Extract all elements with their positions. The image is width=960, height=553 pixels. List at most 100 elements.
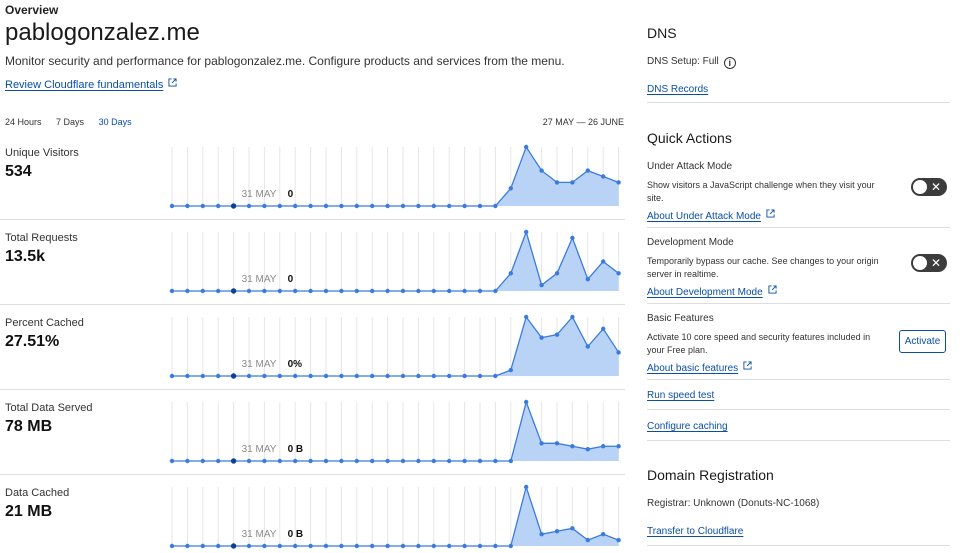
under-attack-toggle[interactable]: ✕ — [911, 178, 947, 196]
data-point — [354, 543, 359, 549]
data-point — [200, 203, 205, 209]
data-point — [323, 543, 329, 549]
metric-percent-cached: Percent Cached 27.51% 31 MAY 0% — [0, 305, 625, 390]
dev-mode-link-label: About Development Mode — [647, 287, 763, 298]
data-point — [508, 458, 513, 464]
data-point — [308, 203, 313, 209]
percent-cached-chart[interactable]: 31 MAY 0% — [165, 305, 625, 390]
data-point — [554, 180, 560, 185]
under-attack-link[interactable]: About Under Attack Mode — [647, 209, 775, 222]
speed-test-link[interactable]: Run speed test — [647, 390, 714, 401]
data-point — [477, 543, 483, 549]
data-point — [447, 458, 452, 464]
quick-actions-title: Quick Actions — [647, 130, 732, 146]
data-point — [354, 373, 359, 379]
data-point — [400, 543, 406, 549]
data-point — [585, 168, 590, 173]
data-cached-chart[interactable]: 31 MAY 0 B — [165, 475, 625, 553]
data-point — [616, 444, 621, 449]
divider — [647, 303, 950, 304]
transfer-link[interactable]: Transfer to Cloudflare — [647, 526, 743, 537]
hover-date-label: 31 MAY — [242, 444, 277, 455]
data-point — [570, 235, 575, 241]
data-point — [570, 314, 575, 320]
hover-value-label: 0 B — [288, 529, 304, 540]
dns-records-link[interactable]: DNS Records — [647, 84, 708, 95]
data-point — [508, 186, 513, 191]
time-range-selector: 24 Hours 7 Days 30 Days — [5, 117, 144, 127]
data-point — [339, 288, 344, 294]
metric-total-requests: Total Requests 13.5k 31 MAY 0 — [0, 220, 625, 305]
close-icon: ✕ — [930, 180, 941, 194]
analytics-panel: Overview pablogonzalez.me Monitor securi… — [0, 0, 628, 553]
data-point — [447, 203, 452, 209]
data-point — [216, 543, 221, 549]
under-attack-description: Show visitors a JavaScript challenge whe… — [647, 180, 875, 203]
data-point — [277, 373, 282, 379]
data-point — [293, 543, 298, 549]
data-point — [524, 314, 529, 320]
divider — [647, 409, 950, 410]
data-point — [293, 458, 298, 464]
under-attack-link-label: About Under Attack Mode — [647, 211, 761, 222]
data-point — [216, 288, 221, 294]
hover-date-label: 31 MAY — [242, 529, 277, 540]
range-7-days[interactable]: 7 Days — [56, 117, 84, 127]
sidebar-panel: DNS DNS Setup: Full i DNS Records Quick A… — [647, 0, 952, 553]
total-data-served-chart[interactable]: 31 MAY 0 B — [165, 390, 625, 475]
toggle-knob — [913, 256, 927, 270]
data-point — [554, 529, 560, 534]
total-requests-chart[interactable]: 31 MAY 0 — [165, 220, 625, 305]
data-point — [554, 441, 560, 446]
highlight-point — [230, 288, 237, 294]
data-point — [431, 543, 436, 549]
metric-unique-visitors: Unique Visitors 534 31 MAY 0 — [0, 135, 625, 220]
data-point — [601, 174, 606, 179]
data-point — [539, 441, 544, 446]
data-point — [262, 458, 267, 464]
data-point — [277, 203, 282, 209]
data-point — [323, 288, 329, 294]
data-point — [323, 203, 329, 209]
data-point — [339, 543, 344, 549]
data-point — [493, 458, 498, 464]
data-point — [385, 458, 390, 464]
hover-value-label: 0% — [288, 359, 303, 370]
data-point — [539, 532, 544, 537]
range-30-days[interactable]: 30 Days — [99, 117, 132, 127]
review-fundamentals-link[interactable]: Review Cloudflare fundamentals — [5, 78, 177, 91]
page-title: pablogonzalez.me — [5, 19, 200, 46]
data-point — [246, 203, 252, 209]
dev-mode-toggle[interactable]: ✕ — [911, 254, 947, 272]
info-icon[interactable]: i — [723, 57, 736, 69]
hover-date-label: 31 MAY — [242, 359, 277, 370]
basic-features-link[interactable]: About basic features — [647, 361, 752, 374]
data-point — [462, 288, 467, 294]
basic-features-link-label: About basic features — [647, 363, 739, 374]
hover-date-label: 31 MAY — [242, 274, 277, 285]
data-point — [416, 373, 421, 379]
data-point — [277, 543, 282, 549]
data-point — [477, 288, 483, 294]
data-point — [354, 288, 359, 294]
data-point — [416, 203, 421, 209]
data-point — [385, 373, 390, 379]
data-point — [246, 373, 252, 379]
data-point — [185, 543, 190, 549]
divider — [647, 379, 950, 380]
data-point — [431, 458, 436, 464]
data-point — [216, 203, 221, 209]
metric-value: 78 MB — [5, 418, 53, 435]
data-point — [570, 526, 575, 531]
dev-mode-link[interactable]: About Development Mode — [647, 285, 777, 298]
configure-caching-link[interactable]: Configure caching — [647, 421, 728, 432]
metric-value: 13.5k — [5, 248, 46, 265]
activate-button[interactable]: Activate — [899, 330, 946, 353]
data-point — [370, 543, 375, 549]
data-point — [493, 203, 498, 209]
data-point — [477, 458, 483, 464]
range-24-hours[interactable]: 24 Hours — [5, 117, 42, 127]
unique-visitors-chart[interactable]: 31 MAY 0 — [165, 135, 625, 220]
data-point — [385, 203, 390, 209]
metric-value: 21 MB — [5, 503, 53, 520]
